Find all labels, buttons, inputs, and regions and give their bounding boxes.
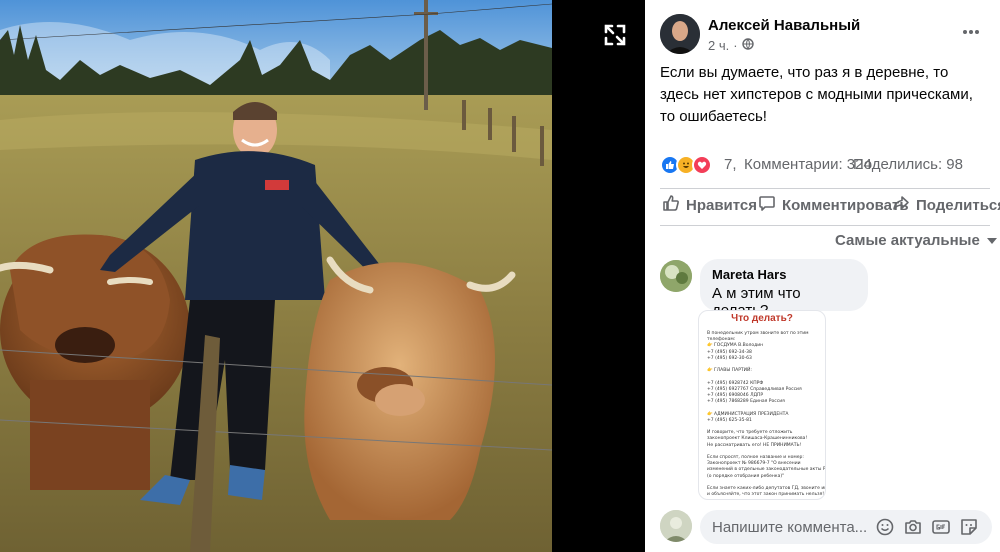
- comment-attachment-image[interactable]: Что делать? В понедельник утром звоните …: [698, 310, 826, 500]
- attachment-line: +7 (495) 692-34-38: [707, 349, 752, 355]
- attachment-line: +7 (495) 7868289 Единая Россия: [707, 399, 785, 405]
- divider: [660, 225, 990, 226]
- author-name[interactable]: Алексей Навальный: [708, 17, 860, 34]
- post-meta: 2 ч. ·: [708, 38, 754, 53]
- comment-button[interactable]: Комментировать: [758, 194, 909, 216]
- share-button[interactable]: Поделиться: [892, 194, 1000, 216]
- attachment-line: изменений в отдельные законодательные ак…: [707, 467, 826, 473]
- comment-sort-select[interactable]: Самые актуальные: [835, 232, 998, 249]
- expand-icon[interactable]: [598, 18, 632, 52]
- attachment-line: И говорите, что требуете отложить: [707, 430, 793, 436]
- thumbs-up-icon: [662, 194, 680, 216]
- attachment-line: Если знаете каких-либо депутатов ГД, зво…: [707, 486, 826, 491]
- camera-icon[interactable]: [903, 517, 923, 537]
- sort-label: Самые актуальные: [835, 232, 980, 249]
- comment-composer: [700, 510, 992, 544]
- viewer-avatar[interactable]: [660, 510, 692, 542]
- like-label: Нравится: [686, 196, 758, 214]
- attachment-line: Законопроект № 986679-7 "О внесении: [707, 461, 801, 467]
- post-time[interactable]: 2 ч.: [708, 38, 729, 53]
- emoji-icon[interactable]: [875, 517, 895, 537]
- post-actions: Нравится Комментировать Поделиться: [660, 194, 1000, 220]
- attachment-line: (о порядке отобрания ребенка)": [707, 473, 785, 479]
- gif-icon[interactable]: [931, 517, 951, 537]
- photo-illustration: [0, 0, 552, 552]
- comment-bubble: Mareta Hars А м этим что делать?: [700, 259, 868, 319]
- attachment-line: +7 (495) 692-30-63: [707, 355, 752, 361]
- share-arrow-icon: [892, 194, 910, 216]
- attachment-line: +7 (495) 6928742 КПРФ: [707, 380, 764, 386]
- more-dots-icon[interactable]: [959, 22, 983, 46]
- speech-bubble-icon: [758, 194, 776, 216]
- attachment-line: +7 (495) 6908046 ЛДПР: [707, 393, 764, 398]
- commenter-avatar[interactable]: [660, 260, 692, 292]
- attachment-line: и объясняйте, что этот закон принимать н…: [707, 492, 825, 498]
- attachment-line: Не рассматривать его! НЕ ПРИНИМАТЬ!: [707, 442, 802, 448]
- attachment-line: 👉 ГЛАВЫ ПАРТИЙ:: [707, 368, 752, 374]
- caret-down-icon: [986, 232, 998, 249]
- reaction-count[interactable]: 7,: [724, 156, 737, 173]
- comment-input[interactable]: [712, 510, 872, 544]
- photo-viewer: [0, 0, 645, 552]
- post-text: Если вы думаете, что раз я в деревне, то…: [660, 64, 973, 125]
- reaction-icons[interactable]: [660, 155, 712, 175]
- attachment-line: законопроект Клишаса-Крашенинникова!: [707, 436, 808, 442]
- shares-count[interactable]: Поделились: 98: [853, 156, 963, 173]
- attachment-line: 👉 АДМИНИСТРАЦИЯ ПРЕЗИДЕНТА: [707, 411, 789, 417]
- attachment-title: Что делать?: [731, 313, 793, 324]
- meta-separator: ·: [733, 38, 738, 53]
- comment-author[interactable]: Mareta Hars: [712, 267, 856, 282]
- globe-icon: [741, 38, 754, 53]
- reactions-summary: 7, Комментарии: 324 Поделились: 98: [660, 153, 992, 177]
- attachment-line: телефонам:: [707, 337, 736, 343]
- share-label: Поделиться: [916, 196, 1000, 214]
- author-avatar[interactable]: [660, 14, 700, 54]
- love-reaction-icon: [692, 155, 712, 175]
- attachment-line: +7 (495) 6927767 Справедливая Россия: [707, 386, 802, 392]
- sticker-icon[interactable]: [959, 517, 979, 537]
- attachment-line: +7 (495) 625-35-81: [707, 417, 752, 423]
- comment-label: Комментировать: [782, 196, 909, 214]
- like-button[interactable]: Нравится: [662, 194, 757, 216]
- attachment-line: Если спросят, полное название и номер:: [707, 455, 804, 460]
- attachment-line: 👉 ГОСДУМА В.Володин: [707, 343, 764, 349]
- divider: [660, 188, 990, 189]
- post-panel: Алексей Навальный 2 ч. · Если вы думаете…: [645, 0, 1000, 552]
- post-photo[interactable]: [0, 0, 552, 552]
- attachment-line: В понедельник утром звоните вот по этим: [707, 331, 809, 336]
